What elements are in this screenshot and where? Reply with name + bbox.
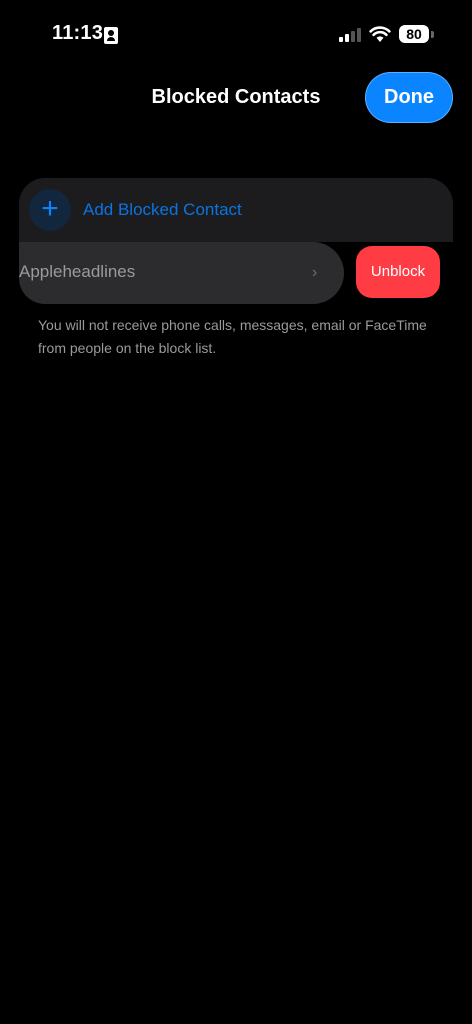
wifi-icon [369,26,391,42]
done-button[interactable]: Done [365,72,453,123]
unblock-button[interactable]: Unblock [356,246,440,298]
add-blocked-contact-row[interactable]: + Add Blocked Contact [19,178,453,242]
blocked-contact-row[interactable]: Appleheadlines › [19,242,344,304]
status-time: 11:13 [52,22,104,44]
block-list-footer-note: You will not receive phone calls, messag… [38,317,427,356]
chevron-right-icon: › [312,264,318,281]
id-card-icon [104,27,118,44]
add-blocked-contact-label: Add Blocked Contact [83,200,242,219]
status-bar: 11:13 80 [0,0,472,70]
battery-icon: 80 [399,25,429,43]
screen: 11:13 80 Blocked Contacts Done + Add Blo… [0,0,472,1024]
blocked-contact-name: Appleheadlines [19,262,136,281]
plus-icon: + [29,189,71,231]
cellular-signal-icon [339,28,363,42]
battery-tip [431,31,434,38]
